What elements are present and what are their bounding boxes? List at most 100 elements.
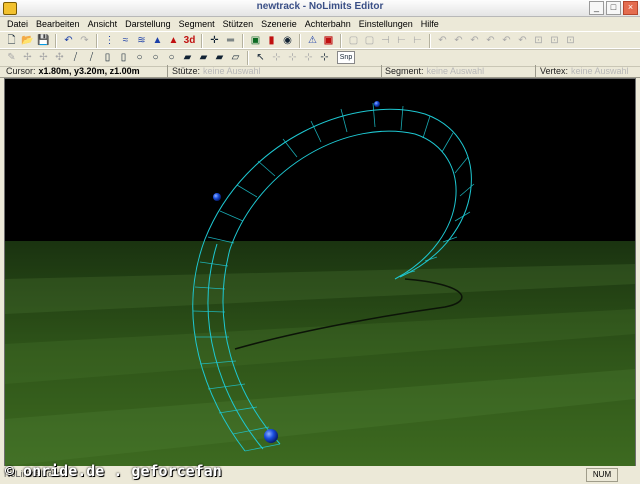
- track-banking-icon[interactable]: ≋: [134, 33, 149, 48]
- menu-einstellungen[interactable]: Einstellungen: [355, 17, 417, 31]
- vertex-icon[interactable]: ⊹: [285, 50, 300, 65]
- station-icon[interactable]: ▣: [248, 33, 263, 48]
- grid-icon[interactable]: ⊡: [563, 33, 578, 48]
- roll-icon[interactable]: ↶: [483, 33, 498, 48]
- segment-value: keine Auswahl: [426, 66, 485, 76]
- new-file-icon[interactable]: 🗋: [4, 33, 19, 48]
- roll-icon[interactable]: ↶: [467, 33, 482, 48]
- cursor-label: Cursor:: [6, 66, 36, 76]
- toolbar-separator: [429, 33, 431, 48]
- menu-ansicht[interactable]: Ansicht: [84, 17, 122, 31]
- menu-bar: Datei Bearbeiten Ansicht Darstellung Seg…: [0, 17, 640, 31]
- grid-icon[interactable]: ⊡: [547, 33, 562, 48]
- info-bar: Cursor: x1.80m, y3.20m, z1.00m Stütze: kei…: [0, 65, 640, 78]
- rail-icon[interactable]: ═: [223, 33, 238, 48]
- vertex-icon[interactable]: ⊹: [269, 50, 284, 65]
- segment-info: Segment: keine Auswahl: [385, 65, 484, 77]
- cursor-info: Cursor: x1.80m, y3.20m, z1.00m: [6, 65, 140, 77]
- footer-icon[interactable]: ○: [132, 50, 147, 65]
- test-ride-icon[interactable]: ▣: [321, 33, 336, 48]
- toolbar-separator: [247, 50, 249, 65]
- pillar-icon[interactable]: ▯: [100, 50, 115, 65]
- close-button[interactable]: ×: [623, 1, 638, 15]
- toolbar-separator: [96, 33, 98, 48]
- segment-tool-icon[interactable]: ▢: [362, 33, 377, 48]
- save-icon[interactable]: 💾: [36, 33, 51, 48]
- roll-icon[interactable]: ↶: [435, 33, 450, 48]
- vertex-icon[interactable]: ⊹: [301, 50, 316, 65]
- open-folder-icon[interactable]: 📂: [20, 33, 35, 48]
- toolbar-separator: [55, 33, 57, 48]
- window-title: newtrack - NoLimits Editor: [256, 1, 384, 12]
- snap-toggle[interactable]: Snp: [337, 51, 355, 64]
- stuetze-info: Stütze: keine Auswahl: [172, 65, 261, 77]
- info-divider: [167, 65, 168, 77]
- menu-datei[interactable]: Datei: [3, 17, 32, 31]
- grid-icon[interactable]: ⊡: [531, 33, 546, 48]
- num-lock-indicator: NUM: [586, 468, 618, 482]
- pillar-icon[interactable]: ▯: [116, 50, 131, 65]
- menu-hilfe[interactable]: Hilfe: [417, 17, 443, 31]
- menu-achterbahn[interactable]: Achterbahn: [301, 17, 355, 31]
- redo-icon[interactable]: ↷: [77, 33, 92, 48]
- toolbar-separator: [242, 33, 244, 48]
- vertex-icon[interactable]: ⊹: [317, 50, 332, 65]
- maximize-button[interactable]: □: [606, 1, 621, 15]
- roll-icon[interactable]: ↶: [451, 33, 466, 48]
- warning-icon[interactable]: ⚠: [305, 33, 320, 48]
- title-bar: newtrack - NoLimits Editor _ □ ×: [0, 0, 640, 17]
- toolbar-separator: [201, 33, 203, 48]
- toolbar-separator: [340, 33, 342, 48]
- connector-icon[interactable]: ▱: [228, 50, 243, 65]
- stuetze-value: keine Auswahl: [203, 66, 261, 76]
- segment-label: Segment:: [385, 66, 424, 76]
- menu-szenerie[interactable]: Szenerie: [257, 17, 301, 31]
- vertex-value: keine Auswahl: [571, 66, 629, 76]
- support-icon[interactable]: ✢: [36, 50, 51, 65]
- footer-icon[interactable]: ○: [164, 50, 179, 65]
- camera-icon[interactable]: ◉: [280, 33, 295, 48]
- connector-icon[interactable]: ▰: [212, 50, 227, 65]
- connector-icon[interactable]: ▰: [180, 50, 195, 65]
- window-controls: _ □ ×: [589, 1, 638, 15]
- menu-bearbeiten[interactable]: Bearbeiten: [32, 17, 84, 31]
- roll-icon[interactable]: ↶: [499, 33, 514, 48]
- roll-icon[interactable]: ↶: [515, 33, 530, 48]
- scene-canvas[interactable]: [5, 79, 635, 466]
- align-right-icon[interactable]: ⊢: [410, 33, 425, 48]
- info-divider: [535, 65, 536, 77]
- watermark: © onride.de . geforcefan: [5, 462, 222, 480]
- pencil-icon[interactable]: ✎: [4, 50, 19, 65]
- beam-icon[interactable]: ⧸: [68, 50, 83, 65]
- align-left-icon[interactable]: ⊣: [378, 33, 393, 48]
- support-icon[interactable]: ✢: [20, 50, 35, 65]
- vertex-label: Vertex:: [540, 66, 569, 76]
- minimize-button[interactable]: _: [589, 1, 604, 15]
- toolbar-separator: [299, 33, 301, 48]
- pointer-icon[interactable]: ↖: [253, 50, 268, 65]
- footer-icon[interactable]: ○: [148, 50, 163, 65]
- track-wave-icon[interactable]: ≈: [118, 33, 133, 48]
- cursor-value: x1.80m, y3.20m, z1.00m: [38, 66, 140, 76]
- segment-tool-icon[interactable]: ▢: [346, 33, 361, 48]
- menu-stuetzen[interactable]: Stützen: [219, 17, 258, 31]
- support-icon[interactable]: ✣: [52, 50, 67, 65]
- mountain-icon[interactable]: ▲: [150, 33, 165, 48]
- menu-segment[interactable]: Segment: [175, 17, 219, 31]
- brake-icon[interactable]: ▮: [264, 33, 279, 48]
- 3d-viewport[interactable]: [4, 78, 636, 467]
- info-divider: [381, 65, 382, 77]
- view-3d-button[interactable]: 3d: [182, 33, 197, 48]
- vertex-info: Vertex: keine Auswahl: [540, 65, 629, 77]
- coaster-car-bead: [374, 101, 380, 107]
- crosshair-icon[interactable]: ✛: [207, 33, 222, 48]
- track-vertical-icon[interactable]: ⋮: [102, 33, 117, 48]
- coaster-car-bead: [213, 193, 221, 201]
- terrain-icon[interactable]: ▲: [166, 33, 181, 48]
- stuetze-label: Stütze:: [172, 66, 201, 76]
- menu-darstellung[interactable]: Darstellung: [121, 17, 175, 31]
- beam-icon[interactable]: ⧸: [84, 50, 99, 65]
- undo-icon[interactable]: ↶: [61, 33, 76, 48]
- connector-icon[interactable]: ▰: [196, 50, 211, 65]
- align-right-icon[interactable]: ⊢: [394, 33, 409, 48]
